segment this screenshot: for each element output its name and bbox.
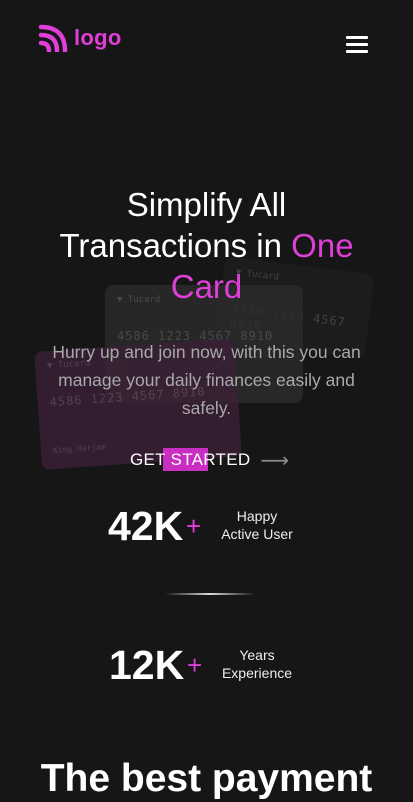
- stat-value: 42K: [108, 503, 184, 549]
- stat-label-line2: Experience: [221, 665, 293, 681]
- stats-divider: [165, 593, 255, 595]
- hero-title-accent-one: One: [291, 227, 354, 264]
- stat-years-experience: 12K + Years Experience: [0, 635, 413, 695]
- get-started-label: GET STARTED: [130, 450, 251, 469]
- stat-label-line2: Active User: [221, 526, 293, 542]
- hero-title: Simplify All Transactions in One Card: [20, 184, 393, 307]
- rss-feed-icon: [38, 24, 68, 52]
- stat-value: 12K: [109, 642, 185, 688]
- logo[interactable]: logo: [38, 24, 122, 52]
- stat-label-line1: Years: [239, 647, 275, 663]
- stat-label: Happy Active User: [212, 507, 302, 543]
- card-holder-name: King Harjam: [52, 442, 107, 456]
- hero-title-accent-card: Card: [170, 268, 243, 305]
- arrow-right-icon: ⟶: [260, 449, 290, 472]
- get-started-button[interactable]: GET STARTED ⟶: [130, 446, 300, 474]
- hero-title-line1: Simplify All: [126, 186, 287, 223]
- stat-suffix: +: [186, 511, 202, 541]
- hamburger-menu-icon[interactable]: [346, 36, 368, 53]
- stat-label: Years Experience: [212, 646, 302, 682]
- hero-title-line2: Transactions in: [59, 227, 292, 264]
- hero-subtitle: Hurry up and join now, with this you can…: [52, 342, 361, 418]
- stat-label-line1: Happy: [236, 508, 278, 524]
- stat-suffix: +: [187, 650, 203, 680]
- stat-happy-users: 42K + Happy Active User: [0, 496, 413, 556]
- top-navigation: logo: [0, 0, 413, 80]
- next-section-title: The best payment: [40, 757, 373, 800]
- logo-text: logo: [74, 25, 122, 50]
